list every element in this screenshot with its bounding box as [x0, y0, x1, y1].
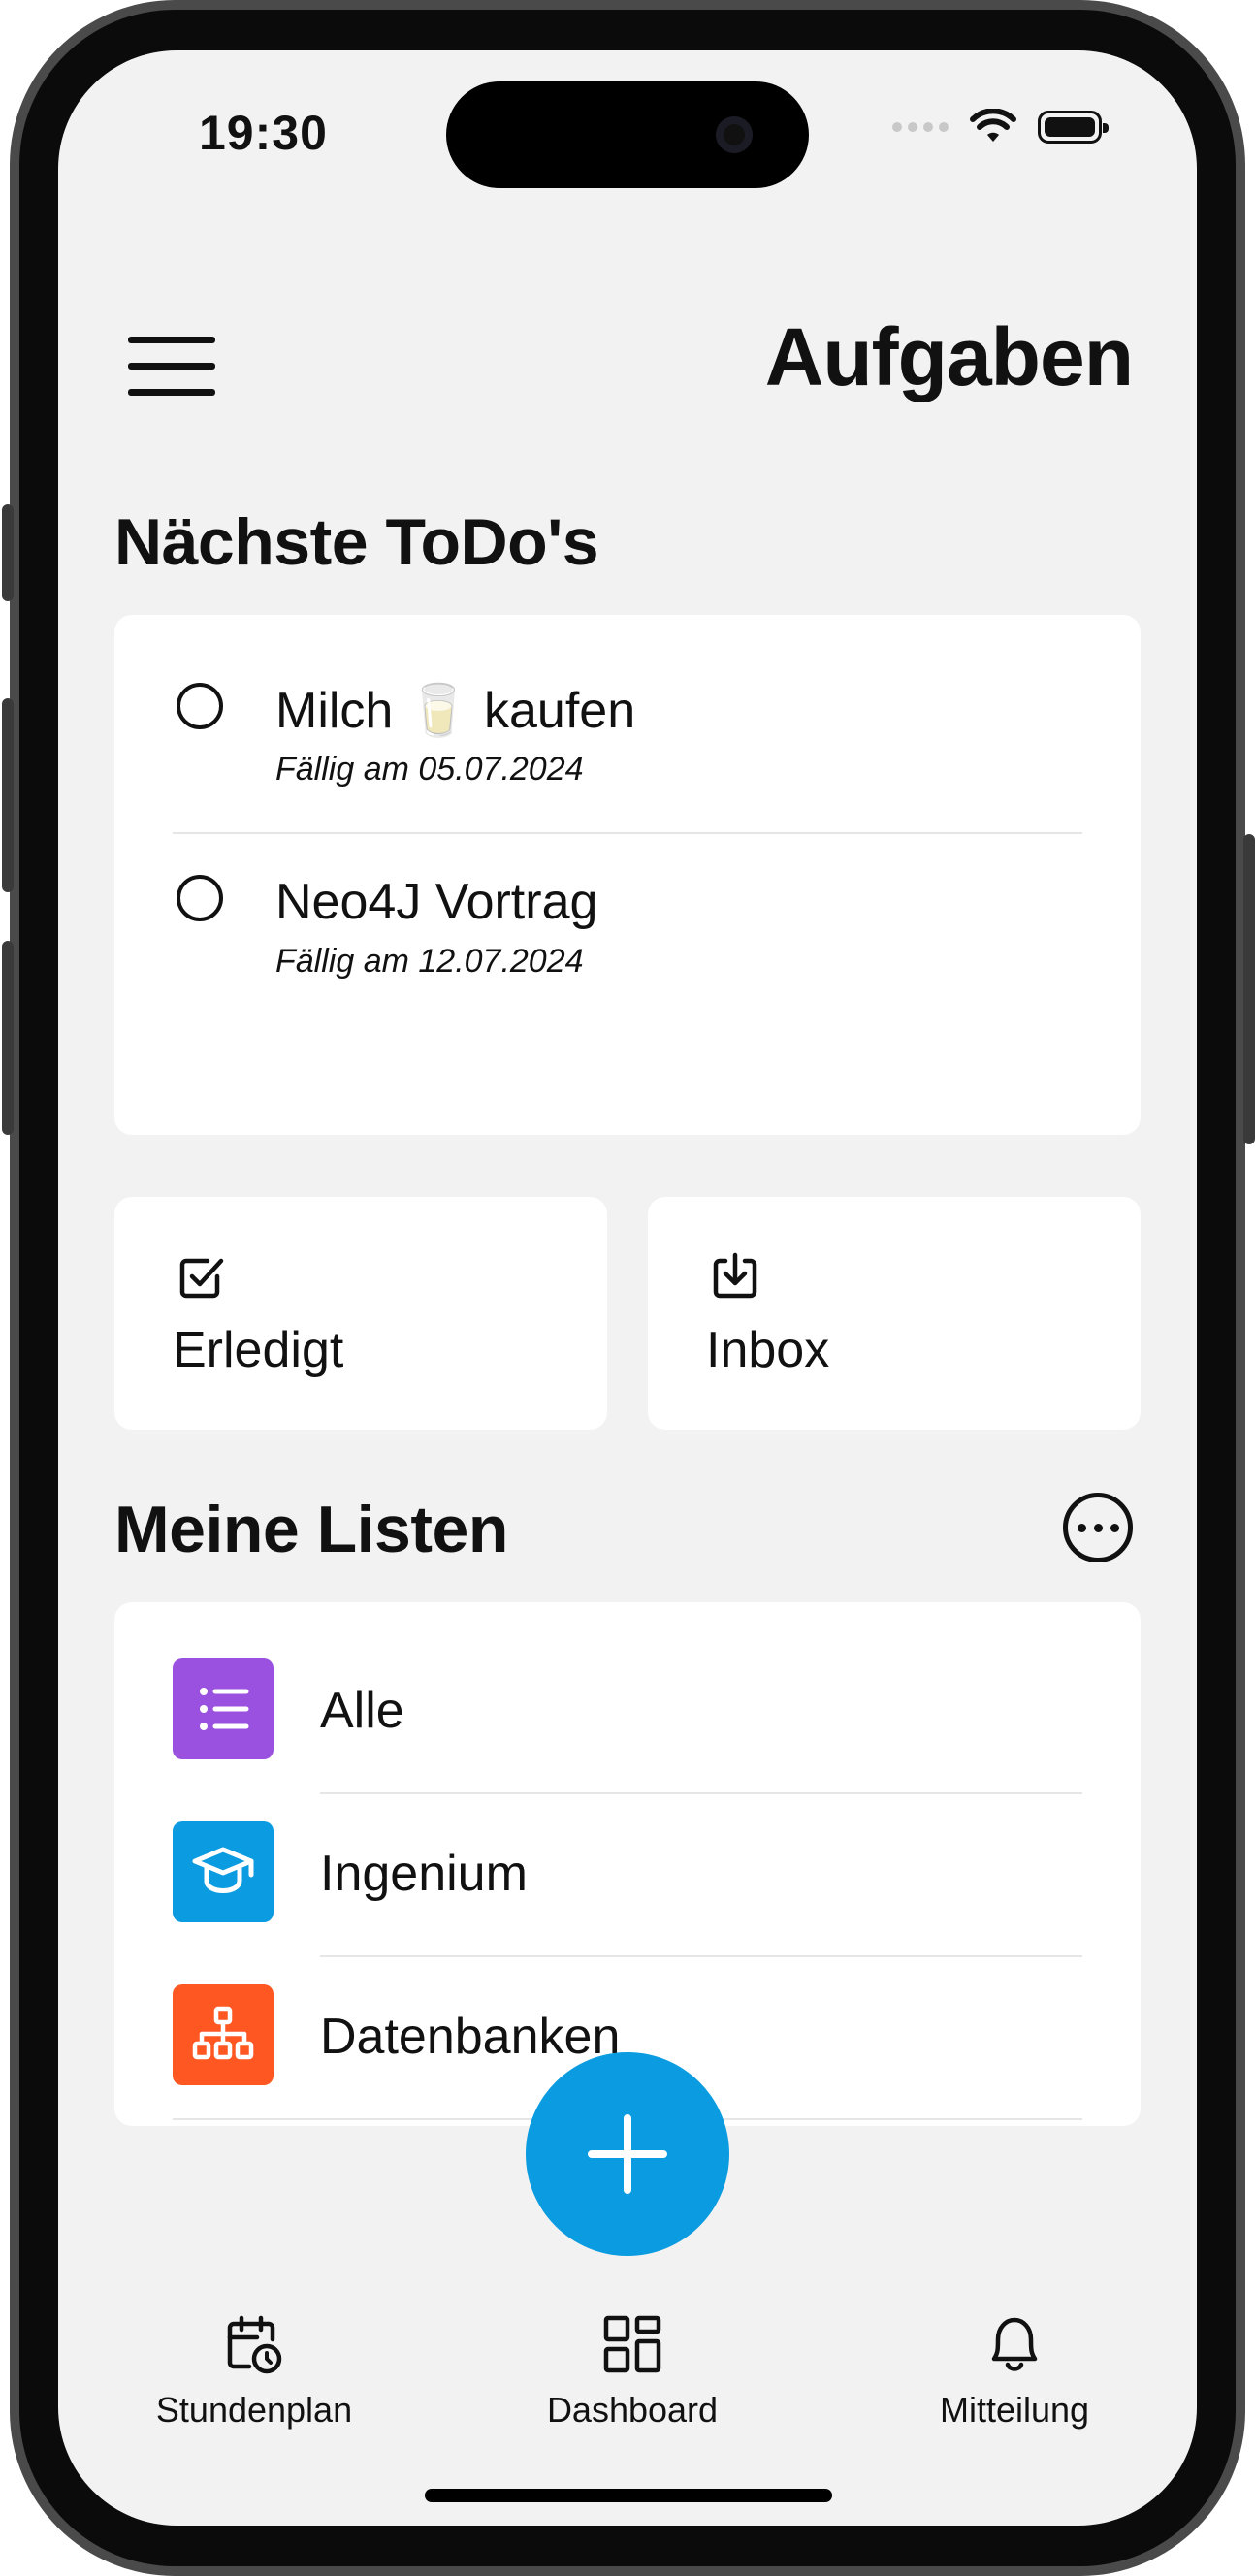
page-title: Aufgaben	[764, 311, 1134, 402]
status-icons	[892, 109, 1109, 145]
tab-stundenplan[interactable]: Stundenplan	[128, 2310, 380, 2431]
divider	[173, 832, 1082, 834]
status-time: 19:30	[199, 106, 328, 160]
add-button[interactable]	[526, 2052, 729, 2256]
done-card[interactable]: Erledigt	[114, 1197, 607, 1430]
screen: 19:30 Aufgaben Nächste ToDo's Milch 🥛 ka…	[58, 50, 1197, 2526]
graduation-cap-icon	[173, 1821, 274, 1922]
todo-title: Milch 🥛 kaufen	[275, 683, 636, 739]
side-button-volume-down	[2, 941, 14, 1135]
list-item-label: Alle	[320, 1683, 404, 1739]
tab-label: Dashboard	[546, 2390, 719, 2430]
list-icon	[173, 1658, 274, 1759]
side-button-volume-up	[2, 698, 14, 892]
dashboard-icon	[603, 2315, 661, 2373]
list-item-label: Datenbanken	[320, 2009, 621, 2065]
hamburger-menu-icon[interactable]	[128, 334, 217, 398]
calendar-clock-icon	[227, 2315, 282, 2374]
inbox-card[interactable]: Inbox	[648, 1197, 1141, 1430]
checkbox-icon	[179, 1258, 224, 1299]
plus-icon	[588, 2114, 667, 2194]
tab-dashboard[interactable]: Dashboard	[506, 2310, 758, 2431]
todo-item[interactable]: Milch 🥛 kaufen Fällig am 05.07.2024	[114, 654, 1082, 799]
side-button-action	[2, 504, 14, 601]
next-todos-title: Nächste ToDo's	[114, 505, 599, 579]
todo-due-date: Fällig am 05.07.2024	[275, 751, 584, 788]
battery-icon	[1038, 111, 1109, 144]
tab-mitteilung[interactable]: Mitteilung	[888, 2310, 1141, 2431]
todo-due-date: Fällig am 12.07.2024	[275, 943, 584, 980]
wifi-icon	[970, 109, 1016, 142]
tab-label: Stundenplan	[155, 2390, 353, 2430]
todo-checkbox[interactable]	[177, 683, 223, 729]
more-options-icon[interactable]	[1063, 1493, 1133, 1562]
my-lists-card: Alle Ingenium Datenbanken	[114, 1602, 1141, 2126]
todo-item[interactable]: Neo4J Vortrag Fällig am 12.07.2024	[114, 846, 1082, 991]
my-lists-title: Meine Listen	[114, 1493, 508, 1566]
dynamic-island	[446, 81, 809, 188]
bell-icon	[991, 2317, 1038, 2371]
hierarchy-icon	[173, 1984, 274, 2085]
home-indicator[interactable]	[425, 2489, 832, 2502]
inbox-label: Inbox	[706, 1322, 830, 1378]
cellular-signal-icon	[892, 122, 949, 132]
todo-title: Neo4J Vortrag	[275, 874, 598, 930]
side-button-power	[1243, 834, 1255, 1144]
tab-label: Mitteilung	[939, 2390, 1090, 2430]
list-item-label: Ingenium	[320, 1846, 528, 1902]
todo-checkbox[interactable]	[177, 875, 223, 921]
next-todos-card: Milch 🥛 kaufen Fällig am 05.07.2024 Neo4…	[114, 615, 1141, 1135]
done-label: Erledigt	[173, 1322, 344, 1378]
inbox-download-icon	[713, 1252, 757, 1299]
